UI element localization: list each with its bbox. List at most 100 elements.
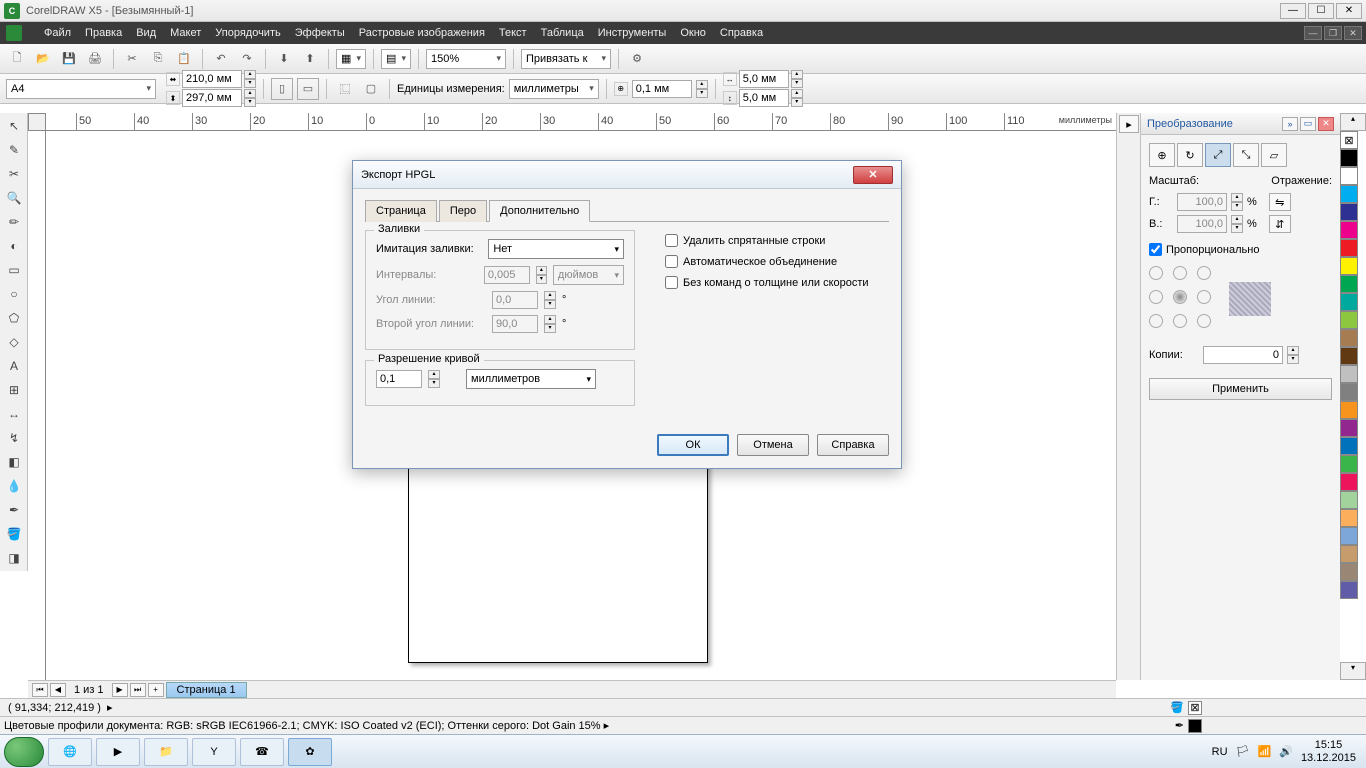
color-swatch[interactable] xyxy=(1340,275,1358,293)
fill-tool[interactable]: 🪣 xyxy=(2,523,26,545)
menu-bitmaps[interactable]: Растровые изображения xyxy=(359,27,485,39)
dialog-titlebar[interactable]: Экспорт HPGL ✕ xyxy=(353,161,901,189)
v-scale-input[interactable] xyxy=(1177,215,1227,233)
interactive-tool[interactable]: ◧ xyxy=(2,451,26,473)
close-button[interactable]: ✕ xyxy=(1336,3,1362,19)
landscape-button[interactable]: ▭ xyxy=(297,78,319,100)
line-angle-input[interactable] xyxy=(492,291,538,309)
color-swatch[interactable] xyxy=(1340,311,1358,329)
color-swatch[interactable] xyxy=(1340,545,1358,563)
curve-spinner[interactable]: ▴▾ xyxy=(428,370,440,388)
docker-undock-button[interactable]: ▭ xyxy=(1300,117,1316,131)
prev-page-button[interactable]: ◀ xyxy=(50,683,66,697)
nudge-spinner[interactable]: ▴▾ xyxy=(696,80,708,98)
color-swatch[interactable] xyxy=(1340,527,1358,545)
help-button[interactable]: Справка xyxy=(817,434,889,456)
menu-file[interactable]: Файл xyxy=(44,27,71,39)
expand-docker-button[interactable]: ▸ xyxy=(1119,115,1139,133)
curve-unit-combo[interactable]: миллиметров xyxy=(466,369,596,389)
add-page-button[interactable]: + xyxy=(148,683,164,697)
ok-button[interactable]: ОК xyxy=(657,434,729,456)
color-swatch[interactable] xyxy=(1340,221,1358,239)
palette-down-button[interactable]: ▾ xyxy=(1340,662,1366,680)
dimension-tool[interactable]: ↔ xyxy=(2,403,26,425)
no-width-speed-checkbox[interactable] xyxy=(665,276,678,289)
copies-spinner[interactable]: ▴▾ xyxy=(1287,346,1299,364)
interactive-fill-tool[interactable]: ◨ xyxy=(2,547,26,569)
anchor-mc[interactable] xyxy=(1173,290,1187,304)
dialog-close-button[interactable]: ✕ xyxy=(853,166,893,184)
taskbar-media[interactable]: ▶ xyxy=(96,738,140,766)
transform-skew-button[interactable]: ▱ xyxy=(1261,143,1287,167)
snap-combo[interactable]: Привязать к xyxy=(521,49,611,69)
rectangle-tool[interactable]: ▭ xyxy=(2,259,26,281)
units-combo[interactable]: миллиметры xyxy=(509,79,599,99)
paste-button[interactable]: 📋 xyxy=(173,48,195,70)
curve-resolution-input[interactable] xyxy=(376,370,422,388)
tab-page[interactable]: Страница xyxy=(365,200,437,222)
shape-tool[interactable]: ✎ xyxy=(2,139,26,161)
no-color-swatch[interactable]: ⊠ xyxy=(1340,131,1358,149)
lang-indicator[interactable]: RU xyxy=(1212,746,1228,758)
menu-help[interactable]: Справка xyxy=(720,27,763,39)
color-swatch[interactable] xyxy=(1340,491,1358,509)
freehand-tool[interactable]: ✏ xyxy=(2,211,26,233)
ellipse-tool[interactable]: ○ xyxy=(2,283,26,305)
color-swatch[interactable] xyxy=(1340,185,1358,203)
v-scale-spinner[interactable]: ▴▾ xyxy=(1231,215,1243,233)
cancel-button[interactable]: Отмена xyxy=(737,434,809,456)
tray-flag-icon[interactable]: 🏳 xyxy=(1236,745,1250,758)
color-swatch[interactable] xyxy=(1340,383,1358,401)
app-launcher-combo[interactable]: ▦ xyxy=(336,49,366,69)
anchor-br[interactable] xyxy=(1197,314,1211,328)
copies-input[interactable] xyxy=(1203,346,1283,364)
menu-tools[interactable]: Инструменты xyxy=(598,27,667,39)
taskbar-coreldraw[interactable]: ✿ xyxy=(288,738,332,766)
transform-size-button[interactable]: ⤡ xyxy=(1233,143,1259,167)
text-tool[interactable]: A xyxy=(2,355,26,377)
anchor-grid[interactable] xyxy=(1149,266,1215,332)
redo-button[interactable]: ↷ xyxy=(236,48,258,70)
duplicate-x-input[interactable] xyxy=(739,70,789,88)
menu-layout[interactable]: Макет xyxy=(170,27,201,39)
color-swatch[interactable] xyxy=(1340,419,1358,437)
zoom-combo[interactable]: 150% xyxy=(426,49,506,69)
polygon-tool[interactable]: ⬠ xyxy=(2,307,26,329)
nudge-input[interactable] xyxy=(632,80,692,98)
minimize-button[interactable]: — xyxy=(1280,3,1306,19)
table-tool[interactable]: ⊞ xyxy=(2,379,26,401)
auto-weld-checkbox[interactable] xyxy=(665,255,678,268)
page-height-input[interactable] xyxy=(182,89,242,107)
color-swatch[interactable] xyxy=(1340,239,1358,257)
page-width-input[interactable] xyxy=(182,70,242,88)
cut-button[interactable]: ✂ xyxy=(121,48,143,70)
height-spinner[interactable]: ▴▾ xyxy=(244,89,256,107)
menu-text[interactable]: Текст xyxy=(499,27,527,39)
tab-pen[interactable]: Перо xyxy=(439,200,487,222)
spacing-spinner[interactable]: ▴▾ xyxy=(536,266,547,284)
undo-button[interactable]: ↶ xyxy=(210,48,232,70)
anchor-ml[interactable] xyxy=(1149,290,1163,304)
connector-tool[interactable]: ↯ xyxy=(2,427,26,449)
h-scale-input[interactable] xyxy=(1177,193,1227,211)
color-swatch[interactable] xyxy=(1340,149,1358,167)
color-swatch[interactable] xyxy=(1340,581,1358,599)
spacing-unit-combo[interactable]: дюймов xyxy=(553,265,624,285)
pick-tool[interactable]: ↖ xyxy=(2,115,26,137)
color-swatch[interactable] xyxy=(1340,437,1358,455)
tray-clock[interactable]: 15:15 13.12.2015 xyxy=(1301,739,1356,763)
color-swatch[interactable] xyxy=(1340,473,1358,491)
anchor-tl[interactable] xyxy=(1149,266,1163,280)
color-swatch[interactable] xyxy=(1340,257,1358,275)
portrait-button[interactable]: ▯ xyxy=(271,78,293,100)
crop-tool[interactable]: ✂ xyxy=(2,163,26,185)
anchor-bc[interactable] xyxy=(1173,314,1187,328)
start-button[interactable] xyxy=(4,737,44,767)
all-pages-button[interactable]: ⿺ xyxy=(334,78,356,100)
maximize-button[interactable]: ☐ xyxy=(1308,3,1334,19)
open-button[interactable]: 📂 xyxy=(32,48,54,70)
mdi-close-button[interactable]: ✕ xyxy=(1344,26,1362,40)
spacing-input[interactable] xyxy=(484,266,530,284)
anchor-bl[interactable] xyxy=(1149,314,1163,328)
proportional-checkbox[interactable] xyxy=(1149,243,1162,256)
